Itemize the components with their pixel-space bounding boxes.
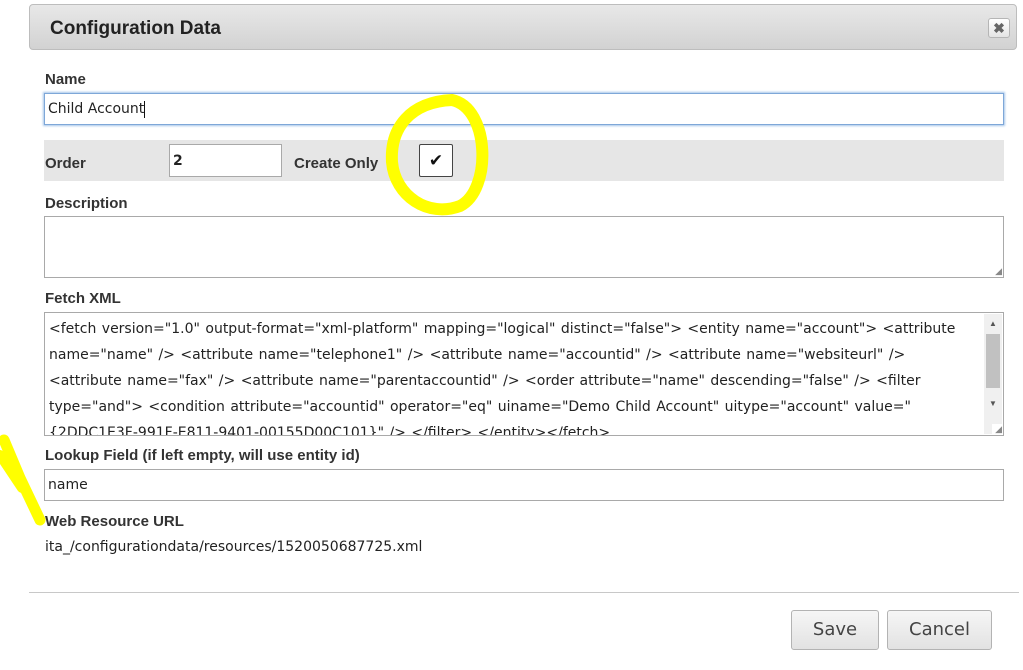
fetch-xml-scrollbar[interactable]: ▲ ▼ xyxy=(984,314,1002,434)
configuration-dialog: Configuration Data ✖ Name Child Account … xyxy=(0,0,1023,670)
name-input-value: Child Account xyxy=(48,101,145,117)
order-label: Order xyxy=(45,155,86,172)
resize-grip-icon[interactable]: ◢ xyxy=(992,424,1002,434)
annotation-checkmark-stroke xyxy=(0,434,46,526)
text-caret xyxy=(144,100,146,118)
web-resource-url-value: ita_/configurationdata/resources/1520050… xyxy=(45,539,423,555)
scroll-thumb[interactable] xyxy=(986,334,1000,388)
checkmark-icon: ✔ xyxy=(428,151,444,170)
fetch-xml-textarea[interactable]: <fetch version="1.0" output-format="xml-… xyxy=(44,312,1004,436)
resize-grip-icon[interactable]: ◢ xyxy=(992,266,1002,276)
fetch-xml-value: <fetch version="1.0" output-format="xml-… xyxy=(49,321,956,436)
scroll-down-icon[interactable]: ▼ xyxy=(984,396,1002,412)
dialog-title: Configuration Data xyxy=(50,18,221,39)
cancel-button[interactable]: Cancel xyxy=(887,610,992,650)
lookup-field-label: Lookup Field (if left empty, will use en… xyxy=(45,447,360,464)
name-input[interactable]: Child Account xyxy=(44,93,1004,125)
description-label: Description xyxy=(45,195,128,212)
lookup-field-input[interactable]: name xyxy=(44,469,1004,501)
name-label: Name xyxy=(45,71,86,88)
annotation-checkmark-stroke xyxy=(0,450,27,493)
create-only-label: Create Only xyxy=(294,155,379,172)
create-only-checkbox[interactable]: ✔ xyxy=(419,144,453,177)
scroll-up-icon[interactable]: ▲ xyxy=(984,316,1002,332)
fetch-xml-label: Fetch XML xyxy=(45,290,121,307)
lookup-field-value: name xyxy=(48,477,88,493)
save-button[interactable]: Save xyxy=(791,610,879,650)
web-resource-url-label: Web Resource URL xyxy=(45,513,184,530)
close-icon[interactable]: ✖ xyxy=(988,18,1010,38)
dialog-titlebar: Configuration Data ✖ xyxy=(29,4,1017,50)
order-input[interactable]: 2 xyxy=(169,144,282,177)
order-input-value: 2 xyxy=(173,152,183,169)
footer-divider xyxy=(29,592,1019,593)
description-textarea[interactable]: ◢ xyxy=(44,216,1004,278)
